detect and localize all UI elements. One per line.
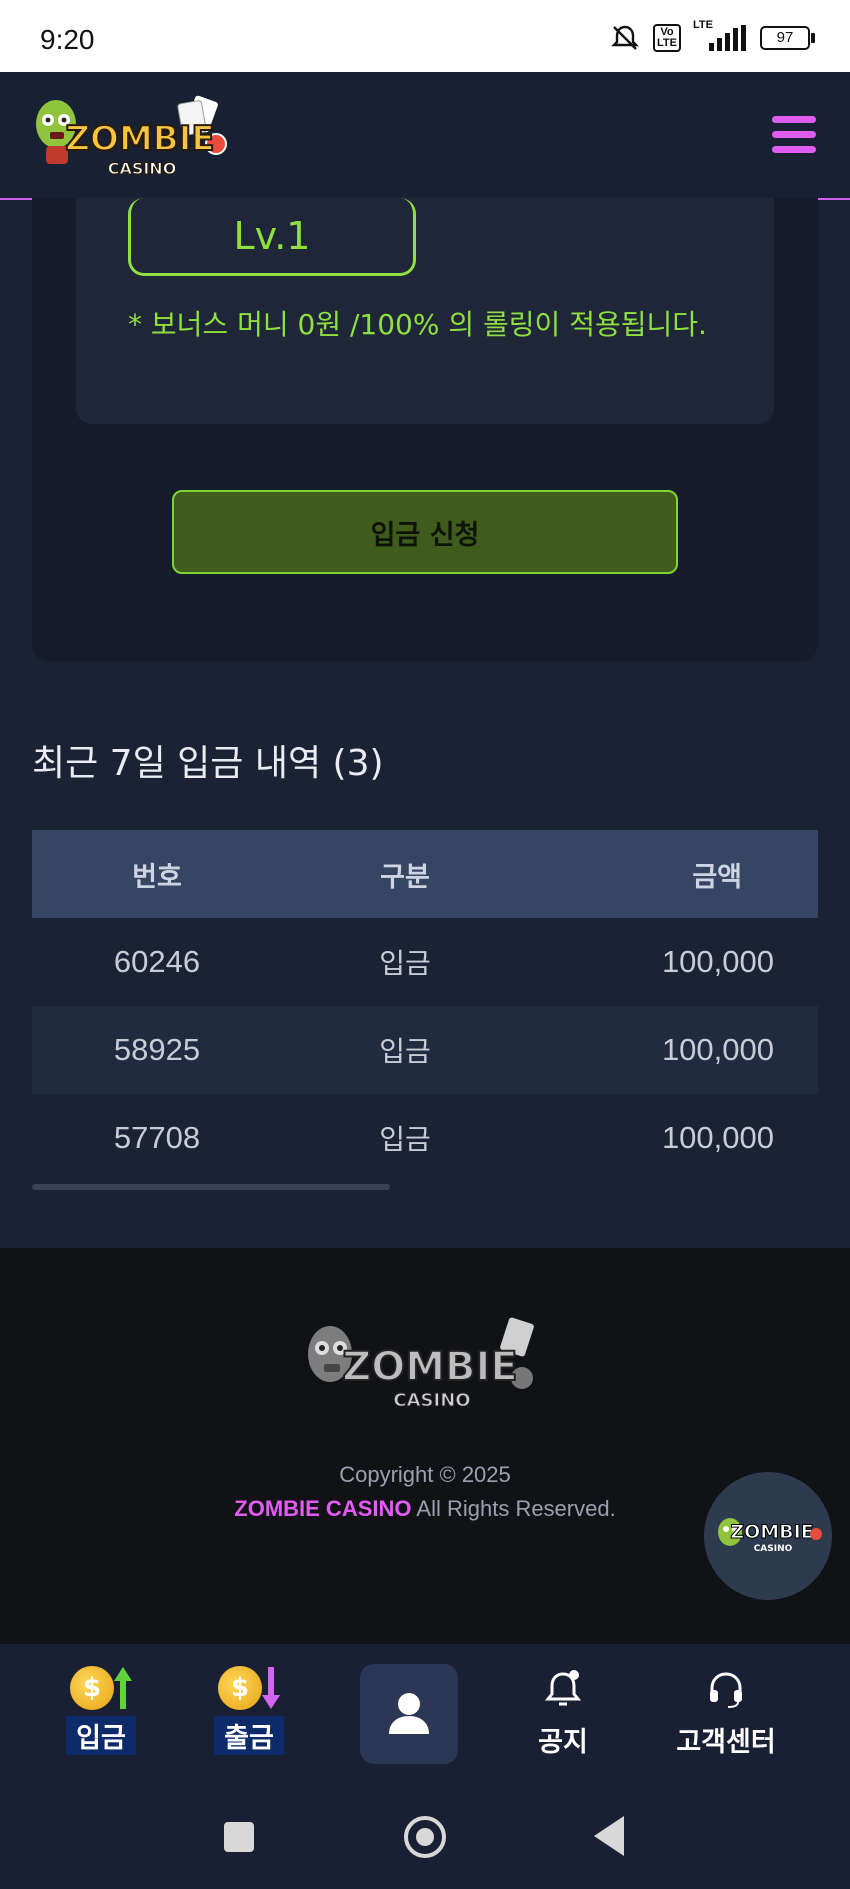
- bonus-note: * 보너스 머니 0원 /100% 의 롤링이 적용됩니다.: [128, 308, 707, 341]
- battery-icon: 97: [760, 26, 815, 50]
- deposit-icon: $: [66, 1666, 136, 1710]
- column-header-amount: 금액: [692, 861, 742, 893]
- brand-name: ZOMBIE CASINO: [234, 1496, 412, 1521]
- zombie-casino-logo[interactable]: ZOMBIE CASINO: [30, 90, 250, 182]
- nav-profile[interactable]: [360, 1664, 458, 1764]
- status-bar: 9:20 Vo LTE LTE 97: [0, 0, 850, 72]
- bonus-panel: Lv.1 * 보너스 머니 0원 /100% 의 롤링이 적용됩니다.: [76, 198, 774, 424]
- volte-icon: Vo LTE: [653, 24, 681, 52]
- headset-icon: [710, 1672, 742, 1708]
- user-icon: [389, 1693, 429, 1734]
- table-row[interactable]: 60246 입금 100,000: [32, 918, 818, 1006]
- bottom-nav: $ 입금 $ 출금 공지 고객센터: [0, 1644, 850, 1782]
- zombie-casino-mini-logo: ZOMBIE CASINO: [718, 1518, 822, 1554]
- nav-deposit[interactable]: $ 입금: [66, 1666, 136, 1755]
- floating-logo-button[interactable]: ZOMBIE CASINO: [704, 1472, 832, 1600]
- cell-type: 입금: [379, 947, 431, 980]
- svg-text:CASINO: CASINO: [393, 1390, 470, 1411]
- deposit-apply-button[interactable]: 입금 신청: [172, 490, 678, 574]
- table-row[interactable]: 58925 입금 100,000: [32, 1006, 818, 1094]
- menu-icon[interactable]: [772, 116, 816, 154]
- table-row[interactable]: 57708 입금 100,000: [32, 1094, 818, 1182]
- svg-text:ZOMBIE: ZOMBIE: [730, 1521, 813, 1543]
- network-label: LTE: [693, 19, 713, 31]
- recent-apps-icon[interactable]: [224, 1822, 254, 1852]
- deposit-card: Lv.1 * 보너스 머니 0원 /100% 의 롤링이 적용됩니다. 입금 신…: [32, 198, 818, 662]
- cell-type: 입금: [379, 1035, 431, 1068]
- svg-text:CASINO: CASINO: [754, 1544, 793, 1554]
- cell-amount: 100,000: [661, 944, 774, 979]
- svg-text:CASINO: CASINO: [108, 159, 177, 178]
- status-time: 9:20: [40, 24, 95, 55]
- nav-withdraw-label: 출금: [214, 1716, 284, 1755]
- app-header: ZOMBIE CASINO: [0, 72, 850, 200]
- back-icon[interactable]: [594, 1816, 624, 1856]
- cell-amount: 100,000: [661, 1032, 774, 1067]
- bell-icon: [544, 1670, 582, 1706]
- cell-id: 58925: [113, 1032, 201, 1067]
- deposit-history-table: 번호 구분 금액 60246 입금 100,000 58925 입금 100,0…: [32, 830, 818, 1182]
- svg-text:ZOMBIE: ZOMBIE: [342, 1344, 518, 1390]
- level-badge: Lv.1: [128, 198, 416, 276]
- svg-text:ZOMBIE: ZOMBIE: [65, 119, 214, 159]
- rights-text: All Rights Reserved.: [416, 1496, 616, 1521]
- nav-support-label: 고객센터: [676, 1727, 776, 1758]
- column-header-number: 번호: [132, 861, 182, 893]
- status-icons: Vo LTE LTE 97: [611, 19, 815, 52]
- table-header: 번호 구분 금액: [32, 830, 818, 918]
- nav-notice[interactable]: 공지: [528, 1666, 598, 1759]
- nav-deposit-label: 입금: [66, 1716, 136, 1755]
- cell-type: 입금: [379, 1123, 431, 1156]
- cell-amount: 100,000: [661, 1120, 774, 1155]
- nav-notice-label: 공지: [538, 1727, 588, 1758]
- cell-id: 60246: [113, 944, 201, 979]
- history-title: 최근 7일 입금 내역 (3): [32, 743, 384, 784]
- nav-withdraw[interactable]: $ 출금: [214, 1666, 284, 1755]
- cell-id: 57708: [113, 1120, 201, 1155]
- column-header-type: 구분: [380, 861, 430, 893]
- nav-support[interactable]: 고객센터: [664, 1666, 788, 1759]
- battery-level: 97: [776, 29, 794, 46]
- system-nav-bar: [0, 1782, 850, 1889]
- bell-muted-icon: [611, 25, 639, 50]
- footer-logo: ZOMBIE CASINO: [308, 1317, 534, 1412]
- signal-icon: LTE: [693, 19, 746, 51]
- withdraw-icon: $: [214, 1666, 284, 1710]
- home-icon[interactable]: [404, 1816, 446, 1858]
- horizontal-scrollbar[interactable]: [32, 1184, 390, 1190]
